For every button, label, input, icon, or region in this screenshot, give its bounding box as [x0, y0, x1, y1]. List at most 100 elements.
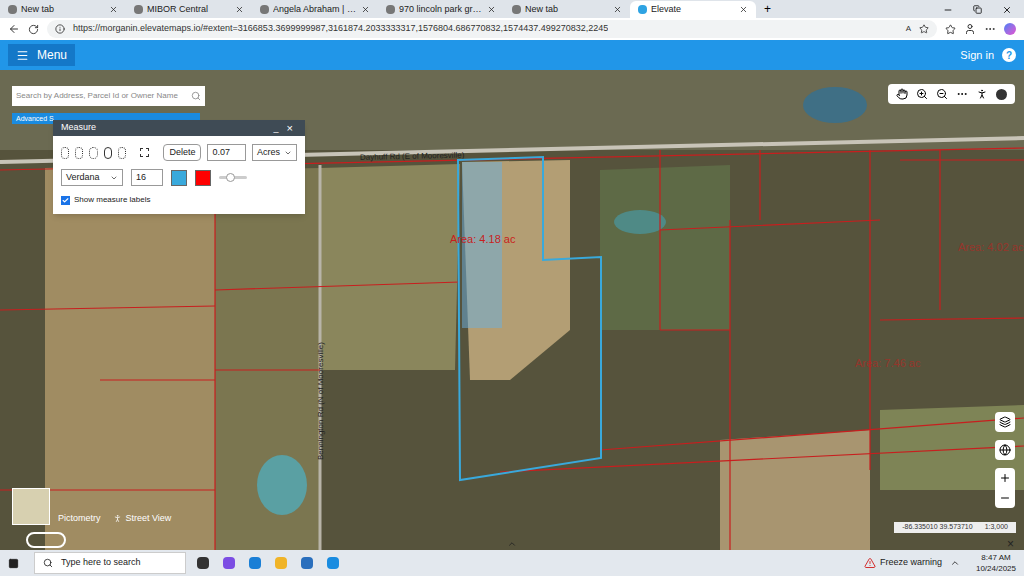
parcel-line [880, 318, 1024, 320]
favorite-icon[interactable] [919, 24, 929, 34]
info-icon [55, 24, 65, 34]
parcel-line [659, 150, 660, 330]
globe-button[interactable] [995, 440, 1015, 460]
map-close-button[interactable]: × [1007, 538, 1014, 550]
sign-in-button[interactable]: Sign in [960, 47, 994, 64]
street-view-button[interactable]: Street View [113, 512, 172, 526]
unit-select[interactable]: Acres [252, 144, 297, 161]
freehand-tool-icon[interactable] [118, 147, 126, 159]
parcel-line [900, 159, 1024, 160]
favorites-icon[interactable] [945, 24, 956, 35]
delete-button[interactable]: Delete [163, 144, 201, 161]
parcel-line [660, 329, 730, 330]
minimize-button[interactable]: _ [270, 124, 283, 133]
layers-button[interactable] [995, 412, 1015, 432]
browser-tab[interactable]: New tab [0, 1, 126, 18]
profile-icon[interactable] [964, 23, 976, 35]
clock[interactable]: 8:47 AM10/24/2025 [968, 552, 1024, 574]
parcel-line [869, 150, 870, 470]
parcel-line [215, 369, 320, 370]
taskbar-app-icon[interactable] [327, 557, 339, 569]
zoom-in-icon[interactable] [916, 88, 928, 100]
zoom-out-button[interactable] [995, 488, 1015, 508]
address-bar: https://morganin.elevatemaps.io/#extent=… [0, 18, 1024, 40]
parcel-line [939, 150, 940, 310]
measure-value-field[interactable]: 0.07 [207, 144, 246, 161]
point-tool-icon[interactable] [61, 147, 69, 159]
taskbar-search[interactable]: Type here to search [34, 552, 186, 574]
tray-icon[interactable] [950, 558, 960, 568]
area-label: Area: 4.02 ac [958, 241, 1024, 253]
browser-tab[interactable]: Angela Abraham | connectBLC [252, 1, 378, 18]
restore-icon[interactable] [973, 5, 982, 14]
parcel-line [600, 418, 1024, 450]
map-area: Dayhuff Rd (E of Mooresville)Bennington … [0, 70, 1024, 550]
font-select[interactable]: Verdana [61, 169, 123, 186]
polygon-tool-icon[interactable] [104, 147, 112, 159]
start-icon[interactable] [0, 558, 26, 569]
parcel-line [215, 282, 460, 290]
measure-points-icon[interactable] [956, 88, 968, 100]
tab-bar: New tabMIBOR CentralAngela Abraham | con… [0, 0, 1024, 18]
minimize-icon[interactable] [943, 5, 953, 15]
opacity-slider[interactable] [219, 176, 247, 179]
browser-tab[interactable]: Elevate [630, 1, 756, 18]
taskbar-app-icon[interactable] [249, 557, 261, 569]
close-button[interactable]: × [283, 123, 297, 134]
more-icon[interactable] [984, 23, 996, 35]
zoom-in-button[interactable] [995, 468, 1015, 488]
weather-widget[interactable]: Freeze warning [864, 556, 942, 570]
menu-button[interactable]: Menu [8, 44, 75, 66]
search-field[interactable]: Search by Address, Parcel Id or Owner Na… [12, 86, 205, 106]
help-button[interactable]: ? [1002, 48, 1016, 62]
reload-icon[interactable] [28, 24, 39, 35]
road-label: Bennington Rd (N of Mooresville) [316, 342, 325, 460]
pictometry-button[interactable]: Pictometry [58, 512, 101, 526]
taskbar-app-icon[interactable] [197, 557, 209, 569]
screen: New tabMIBOR CentralAngela Abraham | con… [0, 0, 1024, 576]
taskbar-app-icon[interactable] [301, 557, 313, 569]
close-icon [487, 5, 496, 14]
parcel-line [100, 379, 215, 380]
close-icon [235, 5, 244, 14]
favicon-icon [638, 5, 647, 14]
parcel-line [660, 220, 880, 230]
close-icon [739, 5, 748, 14]
favicon-icon [134, 5, 143, 14]
line-tool-icon[interactable] [75, 147, 83, 159]
taskbar-app-icon[interactable] [223, 557, 235, 569]
color-swatch[interactable] [171, 170, 187, 186]
coords-bar: -86.335010 39.5737101:3,000 [894, 522, 1016, 533]
expand-icon[interactable] [507, 539, 517, 549]
browser-tab[interactable]: New tab [504, 1, 630, 18]
measure-polygon[interactable] [458, 157, 601, 480]
pictometry-thumbnail[interactable] [12, 488, 50, 525]
basemap-icon[interactable] [996, 89, 1007, 100]
person-icon[interactable] [976, 88, 988, 100]
new-tab-button[interactable]: + [756, 1, 779, 18]
area-label: Area: 4.18 ac [450, 233, 516, 245]
zoom-out-icon[interactable] [936, 88, 948, 100]
close-icon [109, 5, 118, 14]
color-swatch[interactable] [195, 170, 211, 186]
app-logo-icon [26, 532, 66, 548]
favicon-icon [512, 5, 521, 14]
size-field[interactable]: 16 [131, 169, 163, 186]
parcel-line [759, 150, 760, 220]
parcel-line [214, 165, 215, 550]
polyline-tool-icon[interactable] [89, 147, 97, 159]
url-field[interactable]: https://morganin.elevatemaps.io/#extent=… [47, 20, 937, 38]
show-labels-checkbox[interactable]: Show measure labels [53, 186, 305, 214]
close-window-icon[interactable] [1002, 5, 1012, 15]
rectangle-tool-icon[interactable] [140, 148, 149, 157]
taskbar: Type here to search Freeze warning 8:47 AM… [0, 550, 1024, 576]
browser-tab[interactable]: 970 lincoln park greenwood - Sea [378, 1, 504, 18]
parcel-line [500, 446, 1024, 472]
app-header: Menu Sign in? [0, 40, 1024, 70]
taskbar-app-icon[interactable] [275, 557, 287, 569]
parcel-line [729, 220, 730, 550]
browser-tab[interactable]: MIBOR Central [126, 1, 252, 18]
back-icon[interactable] [8, 23, 20, 35]
pan-icon[interactable] [896, 88, 908, 100]
favicon-icon [8, 5, 17, 14]
